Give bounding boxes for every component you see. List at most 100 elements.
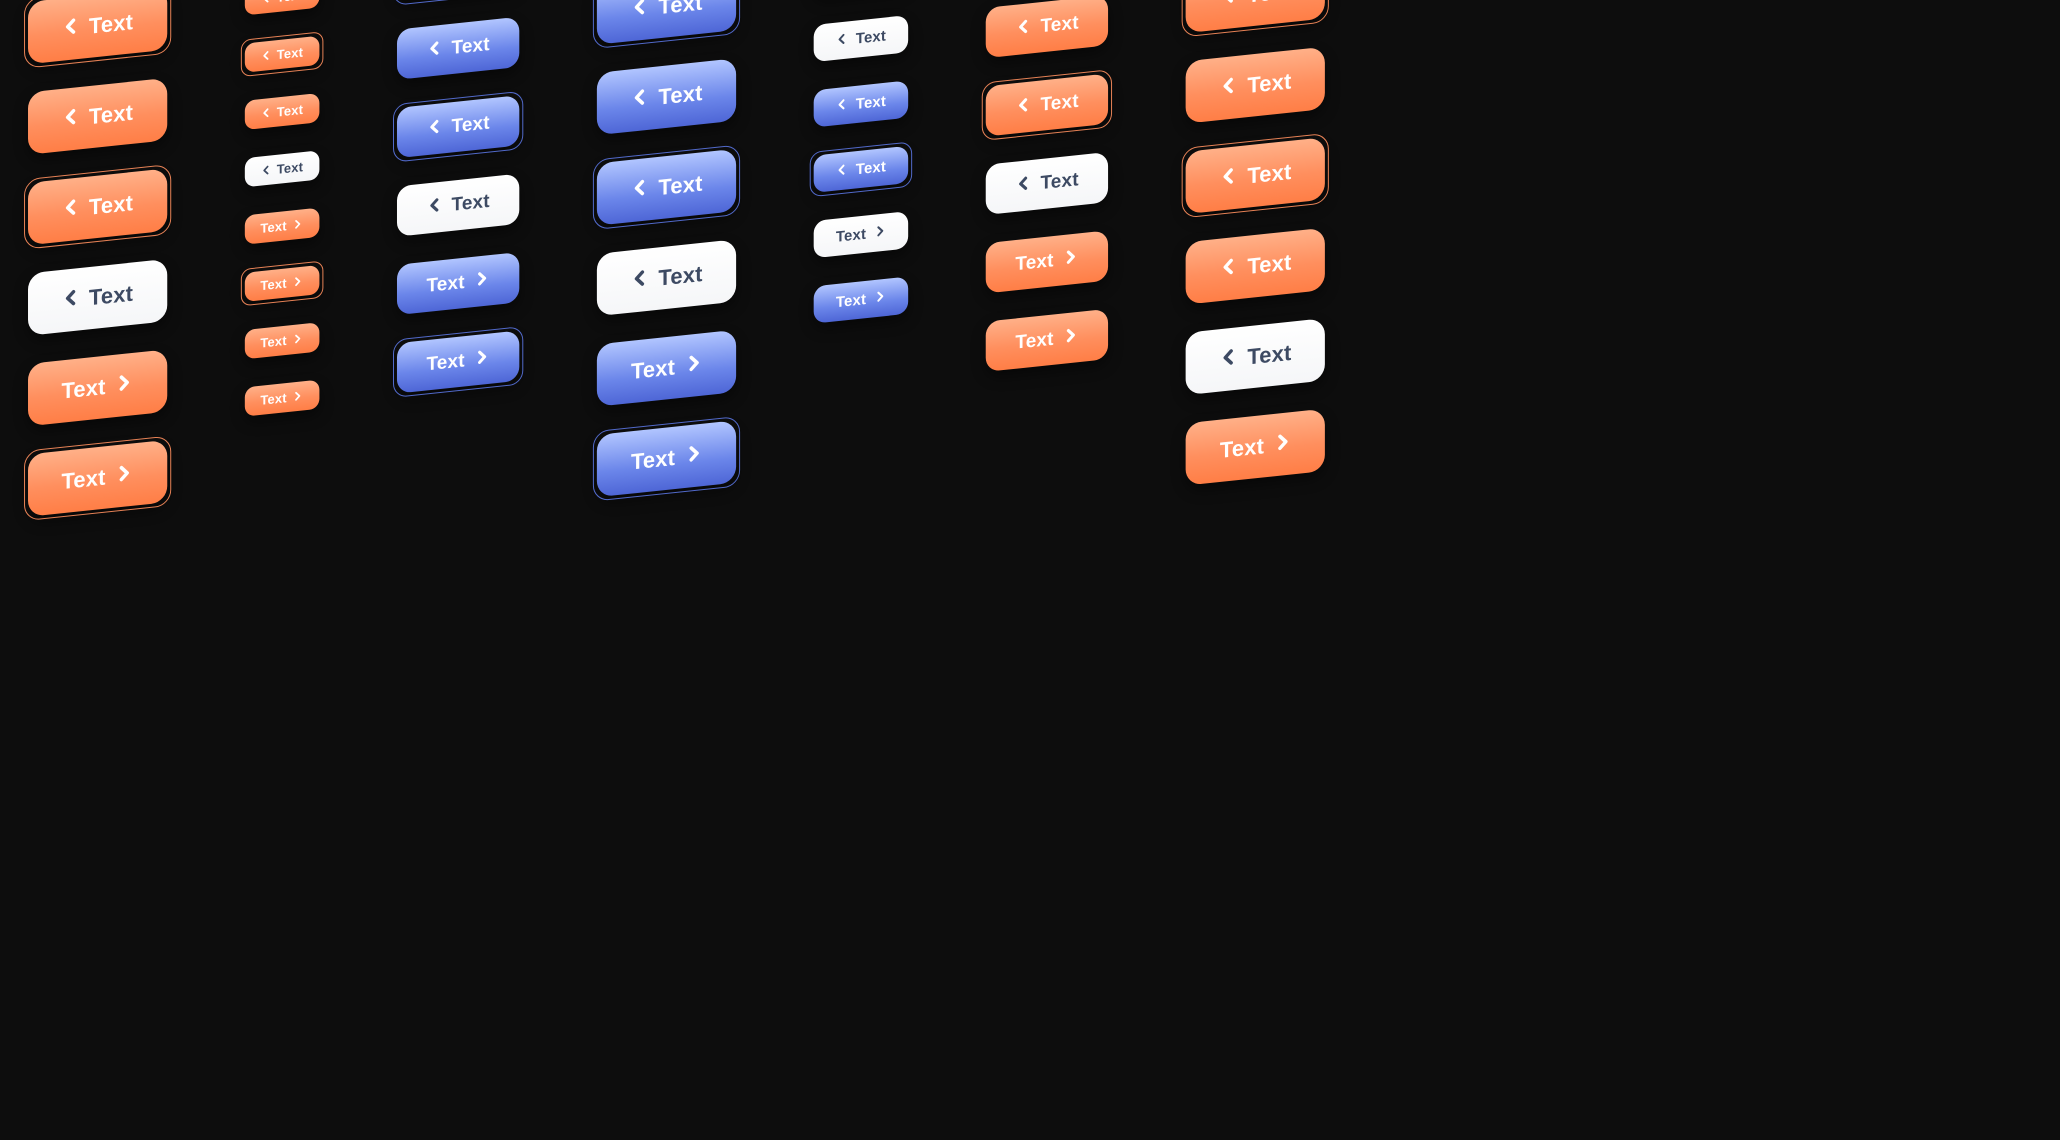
orange-back-button[interactable]: Text <box>244 93 319 130</box>
orange-next-button[interactable]: Text <box>244 208 319 245</box>
button-label: Text <box>426 272 464 298</box>
blue-next-button[interactable]: Text <box>397 252 520 315</box>
white-back-button[interactable]: Text <box>986 152 1109 215</box>
blue-back-button[interactable]: Text <box>597 149 736 226</box>
blue-next-button[interactable]: Text <box>597 420 736 497</box>
white-back-button[interactable]: Text <box>597 239 736 316</box>
blue-back-button[interactable]: Text <box>397 0 520 1</box>
button-label: Text <box>451 112 489 138</box>
button-label: Text <box>61 374 105 405</box>
orange-next-button[interactable]: Text <box>28 440 167 517</box>
orange-next-button[interactable]: Text <box>244 322 319 359</box>
chevron-left-icon <box>260 0 270 7</box>
chevron-left-icon <box>836 31 848 49</box>
orange-back-button[interactable]: Text <box>1186 228 1325 305</box>
button-label: Text <box>658 261 702 292</box>
chevron-right-icon <box>293 216 303 232</box>
orange-back-button[interactable]: Text <box>28 78 167 155</box>
chevron-right-icon <box>874 223 886 241</box>
chevron-left-icon <box>61 15 78 43</box>
orange-next-button[interactable]: Text <box>1186 409 1325 486</box>
orange-back-button[interactable]: Text <box>244 36 319 73</box>
button-label: Text <box>836 291 866 311</box>
button-label: Text <box>61 464 105 495</box>
chevron-right-icon <box>874 289 886 307</box>
button-label: Text <box>1247 0 1291 9</box>
orange-next-button[interactable]: Text <box>244 380 319 417</box>
button-label: Text <box>1040 91 1078 117</box>
blue-back-button[interactable]: Text <box>814 80 908 127</box>
blue-next-button[interactable]: Text <box>397 330 520 393</box>
orange-next-button[interactable]: Text <box>28 349 167 426</box>
chevron-left-icon <box>1015 174 1030 198</box>
chevron-left-icon <box>631 86 648 114</box>
white-back-button[interactable]: Text <box>397 174 520 237</box>
button-label: Text <box>1220 433 1264 464</box>
blue-back-button[interactable]: Text <box>397 17 520 80</box>
button-label: Text <box>1040 169 1078 195</box>
button-column: TextTextTextTextTextTextTextText <box>814 0 908 525</box>
chevron-left-icon <box>260 48 270 64</box>
blue-back-button[interactable]: Text <box>397 95 520 158</box>
chevron-right-icon <box>475 348 490 372</box>
chevron-right-icon <box>1064 247 1079 271</box>
button-label: Text <box>260 333 286 351</box>
orange-next-button[interactable]: Text <box>986 230 1109 293</box>
button-label: Text <box>89 190 133 221</box>
chevron-right-icon <box>293 331 303 347</box>
chevron-left-icon <box>1220 74 1237 102</box>
orange-back-button[interactable]: Text <box>28 0 167 64</box>
orange-back-button[interactable]: Text <box>1186 0 1325 33</box>
white-back-button[interactable]: Text <box>814 15 908 62</box>
orange-back-button[interactable]: Text <box>244 0 319 15</box>
button-label: Text <box>277 0 303 5</box>
chevron-left-icon <box>61 196 78 224</box>
button-column: TextTextTextTextTextTextTextTextText <box>244 0 319 585</box>
button-label: Text <box>1015 250 1053 276</box>
white-back-button[interactable]: Text <box>244 150 319 187</box>
white-back-button[interactable]: Text <box>1186 318 1325 395</box>
button-label: Text <box>856 158 886 178</box>
blue-next-button[interactable]: Text <box>597 330 736 407</box>
button-showcase: Text Text Text Text Text Text Text Text Text Text… <box>0 0 2060 1139</box>
chevron-right-icon <box>1274 430 1291 458</box>
blue-next-button[interactable]: Text <box>814 276 908 323</box>
blue-back-button[interactable]: Text <box>597 0 736 45</box>
chevron-left-icon <box>61 286 78 314</box>
button-label: Text <box>89 281 133 312</box>
white-next-button[interactable]: Text <box>814 211 908 258</box>
button-label: Text <box>1040 12 1078 38</box>
chevron-left-icon <box>1220 0 1237 11</box>
chevron-left-icon <box>836 97 848 115</box>
white-back-button[interactable]: Text <box>28 259 167 336</box>
button-label: Text <box>451 34 489 60</box>
button-label: Text <box>631 445 675 476</box>
chevron-left-icon <box>426 117 441 141</box>
chevron-right-icon <box>116 371 133 399</box>
button-column: TextTextTextTextTextTextText <box>397 0 520 569</box>
button-label: Text <box>1247 68 1291 99</box>
button-label: Text <box>260 275 286 293</box>
chevron-left-icon <box>836 162 848 180</box>
chevron-left-icon <box>61 105 78 133</box>
chevron-left-icon <box>1220 164 1237 192</box>
orange-back-button[interactable]: Text <box>986 0 1109 58</box>
blue-back-button[interactable]: Text <box>597 58 736 135</box>
orange-back-button[interactable]: Text <box>1186 47 1325 124</box>
chevron-right-icon <box>116 461 133 489</box>
orange-next-button[interactable]: Text <box>986 309 1109 372</box>
orange-back-button[interactable]: Text <box>28 168 167 245</box>
blue-back-button[interactable]: Text <box>814 146 908 193</box>
button-label: Text <box>451 191 489 217</box>
chevron-right-icon <box>293 388 303 404</box>
button-label: Text <box>1247 340 1291 371</box>
chevron-left-icon <box>260 105 270 121</box>
button-column: TextTextTextTextTextTextText <box>28 0 167 607</box>
orange-next-button[interactable]: Text <box>244 265 319 302</box>
button-label: Text <box>277 159 303 177</box>
chevron-left-icon <box>260 162 270 178</box>
orange-back-button[interactable]: Text <box>986 73 1109 136</box>
orange-back-button[interactable]: Text <box>1186 137 1325 214</box>
button-label: Text <box>1015 329 1053 355</box>
button-label: Text <box>658 80 702 111</box>
